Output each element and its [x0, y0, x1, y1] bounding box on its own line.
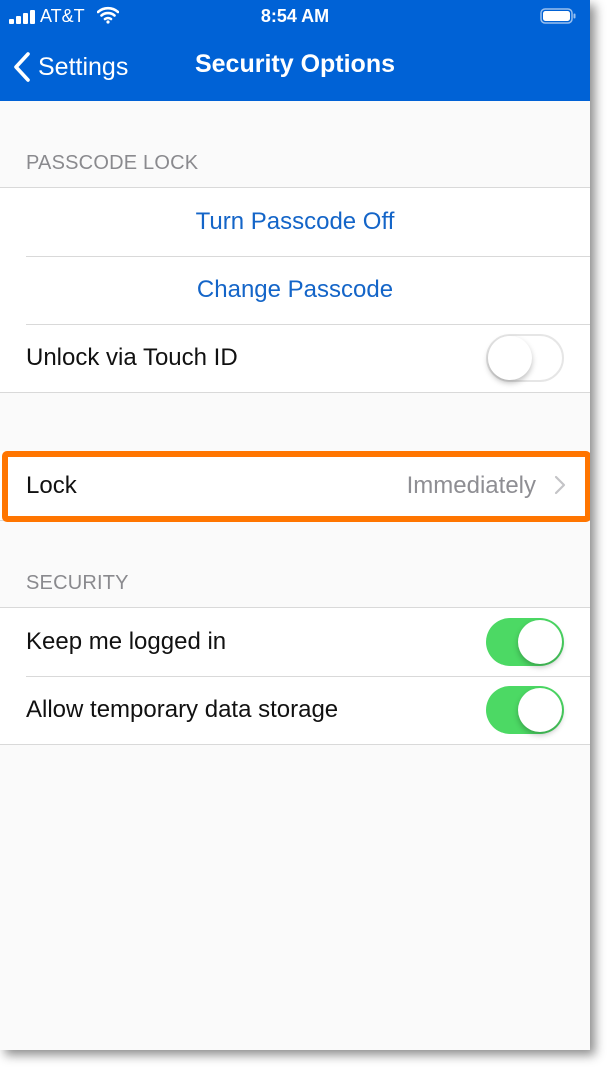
lock-value: Immediately — [406, 471, 536, 499]
temporary-storage-toggle[interactable] — [486, 686, 564, 734]
lock-row[interactable]: Lock Immediately — [0, 451, 590, 520]
toggle-knob — [488, 336, 532, 380]
turn-passcode-off-label: Turn Passcode Off — [195, 208, 395, 235]
security-group: Keep me logged in Allow temporary data s… — [0, 607, 590, 745]
section-header-passcode-lock: PASSCODE LOCK — [26, 152, 199, 174]
status-time: 8:54 AM — [260, 6, 330, 26]
change-passcode-button[interactable]: Change Passcode — [0, 256, 590, 324]
toggle-knob — [518, 688, 562, 732]
page-title: Security Options — [194, 50, 396, 78]
touch-id-label: Unlock via Touch ID — [26, 344, 238, 371]
status-bar: AT&T 8:54 AM — [0, 0, 590, 34]
temporary-storage-row: Allow temporary data storage — [0, 676, 590, 744]
chevron-right-icon — [554, 475, 566, 495]
passcode-lock-group: Turn Passcode Off Change Passcode Unlock… — [0, 187, 590, 393]
turn-passcode-off-button[interactable]: Turn Passcode Off — [0, 188, 590, 256]
keep-logged-in-label: Keep me logged in — [26, 628, 227, 655]
battery-icon — [540, 8, 576, 24]
touch-id-row: Unlock via Touch ID — [0, 324, 590, 392]
phone-screen: AT&T 8:54 AM Settings Security Options P… — [0, 0, 590, 1050]
keep-logged-in-toggle[interactable] — [486, 618, 564, 666]
navigation-bar: AT&T 8:54 AM Settings Security Options — [0, 0, 590, 101]
section-header-security: SECURITY — [26, 572, 129, 594]
toggle-knob — [518, 620, 562, 664]
temporary-storage-label: Allow temporary data storage — [26, 696, 339, 723]
touch-id-toggle[interactable] — [486, 334, 564, 382]
lock-group: Lock Immediately — [0, 451, 590, 521]
lock-label: Lock — [26, 471, 77, 499]
keep-logged-in-row: Keep me logged in — [0, 608, 590, 676]
change-passcode-label: Change Passcode — [196, 276, 394, 303]
